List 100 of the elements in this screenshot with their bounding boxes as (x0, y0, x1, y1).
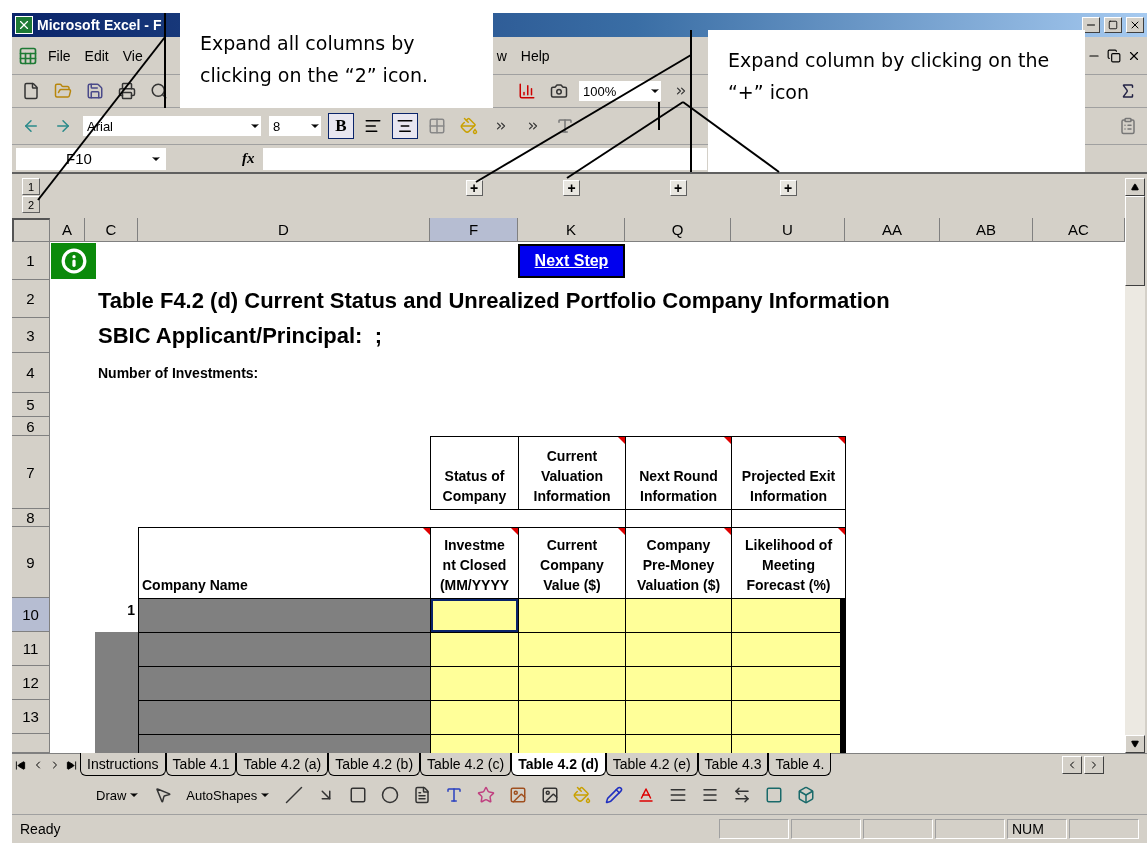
column-header[interactable]: AC (1033, 218, 1125, 242)
column-header[interactable]: Q (625, 218, 731, 242)
status-panel (863, 819, 933, 839)
function-label[interactable]: fx (242, 150, 255, 167)
menu-item[interactable]: Edit (80, 45, 113, 66)
restore-icon[interactable] (1107, 48, 1121, 63)
shaded-cell (95, 734, 138, 753)
expand-button[interactable]: + (779, 180, 797, 196)
bold-button[interactable]: B (328, 113, 354, 139)
rectangle-icon (349, 786, 368, 804)
sheet-tab[interactable]: Table 4.3 (697, 753, 769, 776)
input-cell[interactable] (430, 632, 519, 667)
autoshapes-menu-button[interactable]: AutoShapes (182, 782, 276, 808)
column-header[interactable]: D (138, 218, 430, 242)
menu-item[interactable]: File (44, 45, 75, 66)
zoom-dropdown[interactable]: 100% (578, 80, 662, 102)
column-header[interactable]: U (731, 218, 845, 242)
text-box-icon (413, 786, 432, 804)
expand-button[interactable]: + (563, 180, 580, 196)
company-name-cell[interactable] (138, 700, 431, 735)
formula-input[interactable] (262, 147, 707, 170)
vertical-scrollbar[interactable] (1125, 178, 1145, 753)
row-header[interactable]: 12 (12, 666, 50, 700)
info-button[interactable] (51, 243, 96, 279)
select-objects-icon (154, 786, 173, 804)
arrow-style-icon (733, 786, 752, 804)
outline-level-button[interactable]: 1 (22, 178, 40, 195)
input-cell[interactable] (731, 632, 846, 667)
sheet-tab[interactable]: Table 4.2 (c) (420, 753, 512, 776)
font-size-dropdown[interactable]: 8 (268, 115, 322, 137)
column-heading: Likelihood of Meeting Forecast (%) (731, 527, 846, 599)
fill-color-icon (460, 117, 478, 135)
more-icon (674, 84, 688, 98)
row-header[interactable]: 4 (12, 353, 50, 393)
sheet-tab[interactable]: Table 4.2 (a) (236, 753, 329, 776)
input-cell[interactable] (518, 700, 626, 735)
row-header[interactable]: 11 (12, 632, 50, 666)
workbook-icon (18, 45, 38, 66)
row-header[interactable]: 7 (12, 436, 50, 509)
sheet-tab[interactable]: Table 4.2 (d) (511, 753, 606, 776)
row-header[interactable]: 8 (12, 509, 50, 527)
input-cell[interactable] (625, 700, 732, 735)
row-header[interactable]: 3 (12, 318, 50, 353)
row-header[interactable]: 6 (12, 417, 50, 436)
input-cell[interactable] (731, 666, 846, 701)
group-header: Current Valuation Information (518, 436, 626, 510)
row-header[interactable]: 5 (12, 393, 50, 417)
input-cell[interactable] (518, 632, 626, 667)
row-header[interactable]: 13 (12, 700, 50, 734)
sheet-tab[interactable]: Table 4.2 (e) (605, 753, 698, 776)
sheet-tab[interactable]: Instructions (80, 753, 166, 776)
save-icon (86, 82, 104, 100)
outline-level-button[interactable]: 2 (22, 196, 40, 213)
scroll-right-button[interactable] (1084, 756, 1104, 774)
company-name-cell[interactable] (138, 632, 431, 667)
scroll-left-button[interactable] (1062, 756, 1082, 774)
align-center-button[interactable] (392, 113, 418, 139)
menu-item[interactable]: w (492, 45, 511, 66)
group-header: Projected Exit Information (731, 436, 846, 510)
input-cell[interactable] (430, 666, 519, 701)
input-cell[interactable] (625, 734, 732, 753)
input-cell[interactable] (625, 632, 732, 667)
scroll-thumb[interactable] (1125, 196, 1145, 286)
sheet-tab[interactable]: Table 4.1 (165, 753, 237, 776)
input-cell[interactable] (518, 734, 626, 753)
column-header[interactable]: A (50, 218, 85, 242)
row-header[interactable]: 1 (12, 242, 50, 280)
select-all-button[interactable] (12, 218, 50, 242)
close-button[interactable] (1126, 17, 1144, 33)
column-header[interactable]: F (430, 218, 518, 242)
minimize-button[interactable] (1082, 17, 1100, 33)
row-header[interactable]: 10 (12, 598, 50, 632)
input-cell[interactable] (731, 734, 846, 753)
scroll-down-button[interactable] (1125, 735, 1145, 753)
column-header[interactable]: C (85, 218, 138, 242)
input-cell[interactable] (731, 700, 846, 735)
line-color-icon (605, 786, 624, 804)
input-cell[interactable] (625, 666, 732, 701)
company-name-cell[interactable] (138, 734, 431, 753)
sheet-tab[interactable]: Table 4.2 (b) (328, 753, 421, 776)
row-header[interactable]: 2 (12, 280, 50, 318)
next-step-link[interactable]: Next Step (518, 244, 625, 278)
expand-button[interactable]: + (465, 180, 483, 196)
column-header[interactable]: AA (845, 218, 940, 242)
company-name-cell[interactable] (138, 666, 431, 701)
scroll-up-button[interactable] (1125, 178, 1145, 196)
expand-button[interactable]: + (669, 180, 687, 196)
input-cell[interactable] (430, 700, 519, 735)
column-header[interactable]: K (518, 218, 625, 242)
maximize-button[interactable] (1104, 17, 1122, 33)
input-cell[interactable] (430, 734, 519, 753)
row-header[interactable]: 9 (12, 527, 50, 598)
draw-menu-button[interactable]: Draw (92, 782, 145, 808)
sheet-tab[interactable]: Table 4. (768, 753, 832, 776)
column-header[interactable]: AB (940, 218, 1033, 242)
input-cell[interactable] (518, 666, 626, 701)
first-icon (15, 759, 26, 771)
menu-item[interactable]: Help (516, 45, 554, 66)
menu-item[interactable]: Vie (118, 45, 147, 66)
group-header: Status of Company (430, 436, 519, 510)
